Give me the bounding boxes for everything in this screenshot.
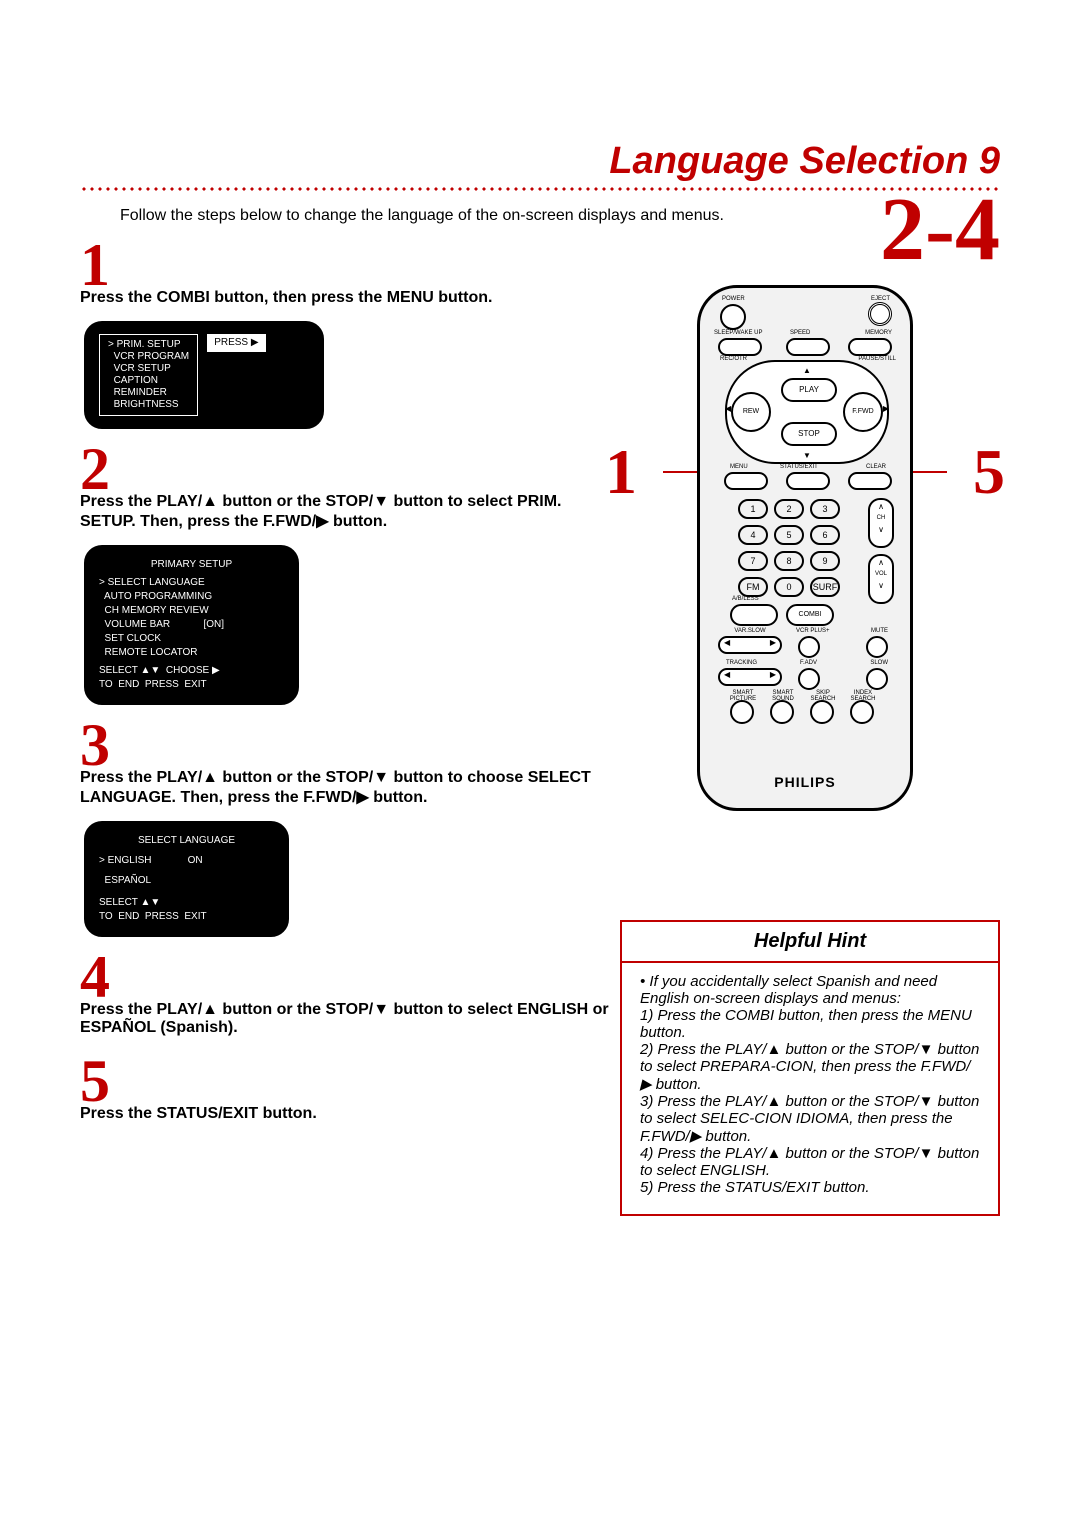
speed-button[interactable] — [786, 338, 830, 356]
varslow-button[interactable]: ◀▶ — [718, 636, 782, 654]
power-button[interactable] — [720, 304, 746, 330]
smart-sound-button[interactable] — [770, 700, 794, 724]
arless-label: A/B/LESS — [732, 596, 759, 602]
tracking-button[interactable]: ◀▶ — [718, 668, 782, 686]
step-2-text: Press the PLAY/▲ button or the STOP/▼ bu… — [80, 493, 610, 531]
num-5[interactable]: 5 — [774, 525, 804, 545]
num-4[interactable]: 4 — [738, 525, 768, 545]
callout-5: 5 — [973, 435, 1005, 509]
step-5-number: 5 — [80, 1051, 610, 1111]
osd2-header: PRIMARY SETUP — [99, 558, 284, 572]
slow-button[interactable] — [866, 668, 888, 690]
osd-screen-2: PRIMARY SETUP > SELECT LANGUAGE AUTO PRO… — [84, 545, 299, 705]
remote-body: POWER EJECT SLEEP/WAKE UP SPEED MEMORY R… — [697, 285, 913, 811]
osd3-header: SELECT LANGUAGE — [99, 834, 274, 848]
osd1-menu: > PRIM. SETUP VCR PROGRAM VCR SETUP CAPT… — [99, 334, 198, 416]
osd1-press: PRESS ▶ — [207, 334, 265, 352]
up-icon: ▲ — [803, 366, 811, 375]
vcrplus-button[interactable] — [798, 636, 820, 658]
pause-label: PAUSE/STILL — [858, 356, 896, 362]
step-1-number: 1 — [80, 235, 610, 295]
steps-column: 1 Press the COMBI button, then press the… — [80, 235, 610, 1123]
number-pad: 123 456 789 FM 0 SURF — [735, 496, 843, 600]
step-2-number: 2 — [80, 439, 610, 499]
mute-label: MUTE — [871, 628, 888, 634]
fadv-label: F.ADV — [800, 660, 817, 666]
stop-button[interactable]: STOP — [781, 422, 837, 446]
osd-screen-1: > PRIM. SETUP VCR PROGRAM VCR SETUP CAPT… — [84, 321, 324, 429]
memory-button[interactable] — [848, 338, 892, 356]
step-3-number: 3 — [80, 715, 610, 775]
speed-label: SPEED — [790, 330, 810, 336]
clear-label: CLEAR — [866, 464, 886, 470]
step-4-text: Press the PLAY/▲ button or the STOP/▼ bu… — [80, 1001, 610, 1037]
manual-page: Language Selection 9 Follow the steps be… — [0, 0, 1080, 1525]
num-1[interactable]: 1 — [738, 499, 768, 519]
num-6[interactable]: 6 — [810, 525, 840, 545]
tracking-label: TRACKING — [726, 660, 757, 666]
sleep-label: SLEEP/WAKE UP — [714, 330, 762, 336]
clear-button[interactable] — [848, 472, 892, 490]
step-4-number: 4 — [80, 947, 610, 1007]
eject-button[interactable] — [868, 302, 892, 326]
skip-search-button[interactable] — [810, 700, 834, 724]
step-1-text: Press the COMBI button, then press the M… — [80, 289, 610, 307]
volume-rocker[interactable]: ∧ VOL ∨ — [868, 554, 894, 604]
index-search-button[interactable] — [850, 700, 874, 724]
right-column: 2-4 1 5 POWER EJECT SLEEP/WAKE UP SPEED … — [610, 185, 1000, 811]
mute-button[interactable] — [866, 636, 888, 658]
varslow-label: VAR.SLOW — [720, 628, 780, 634]
status-label: STATUS/EXIT — [780, 464, 818, 470]
fm-button[interactable]: FM — [738, 577, 768, 597]
skip-search-label: SKIP SEARCH — [804, 690, 842, 702]
down-icon: ▼ — [803, 451, 811, 460]
power-label: POWER — [722, 296, 745, 302]
num-0[interactable]: 0 — [774, 577, 804, 597]
combi-button[interactable]: COMBI — [786, 604, 834, 626]
play-button[interactable]: PLAY — [781, 378, 837, 402]
step-5-text: Press the STATUS/EXIT button. — [80, 1105, 610, 1123]
brand-label: PHILIPS — [700, 774, 910, 790]
range-number: 2-4 — [610, 185, 1000, 275]
rew-button[interactable]: REW — [731, 392, 771, 432]
surf-button[interactable]: SURF — [810, 577, 840, 597]
num-3[interactable]: 3 — [810, 499, 840, 519]
arless-button[interactable] — [730, 604, 778, 626]
remote-illustration: 1 5 POWER EJECT SLEEP/WAKE UP SPEED MEMO… — [675, 285, 935, 811]
callout-1: 1 — [605, 435, 637, 509]
menu-label: MENU — [730, 464, 748, 470]
slow-label: SLOW — [870, 660, 888, 666]
num-7[interactable]: 7 — [738, 551, 768, 571]
osd-screen-3: SELECT LANGUAGE > ENGLISH ON ESPAÑOL SEL… — [84, 821, 289, 937]
memory-label: MEMORY — [865, 330, 892, 336]
status-exit-button[interactable] — [786, 472, 830, 490]
recotr-label: REC/OTR — [720, 356, 747, 362]
smart-picture-button[interactable] — [730, 700, 754, 724]
num-8[interactable]: 8 — [774, 551, 804, 571]
smart-sound-label: SMART SOUND — [764, 690, 802, 702]
num-9[interactable]: 9 — [810, 551, 840, 571]
transport-ring: PLAY STOP REW F.FWD ▲ ▼ ◀ ▶ — [725, 360, 889, 464]
helpful-hint-box: Helpful Hint • If you accidentally selec… — [620, 920, 1000, 1216]
smart-picture-label: SMART PICTURE — [724, 690, 762, 702]
menu-button[interactable] — [724, 472, 768, 490]
step-3-text: Press the PLAY/▲ button or the STOP/▼ bu… — [80, 769, 610, 807]
left-icon: ◀ — [725, 404, 731, 413]
hint-title: Helpful Hint — [622, 922, 998, 963]
index-search-label: INDEX SEARCH — [844, 690, 882, 702]
fadv-button[interactable] — [798, 668, 820, 690]
ffwd-button[interactable]: F.FWD — [843, 392, 883, 432]
sleep-button[interactable] — [718, 338, 762, 356]
channel-rocker[interactable]: ∧ CH ∨ — [868, 498, 894, 548]
vcrplus-label: VCR PLUS+ — [796, 628, 830, 634]
page-title: Language Selection 9 — [80, 140, 1000, 183]
num-2[interactable]: 2 — [774, 499, 804, 519]
hint-body: • If you accidentally select Spanish and… — [640, 973, 980, 1196]
right-icon: ▶ — [883, 404, 889, 413]
